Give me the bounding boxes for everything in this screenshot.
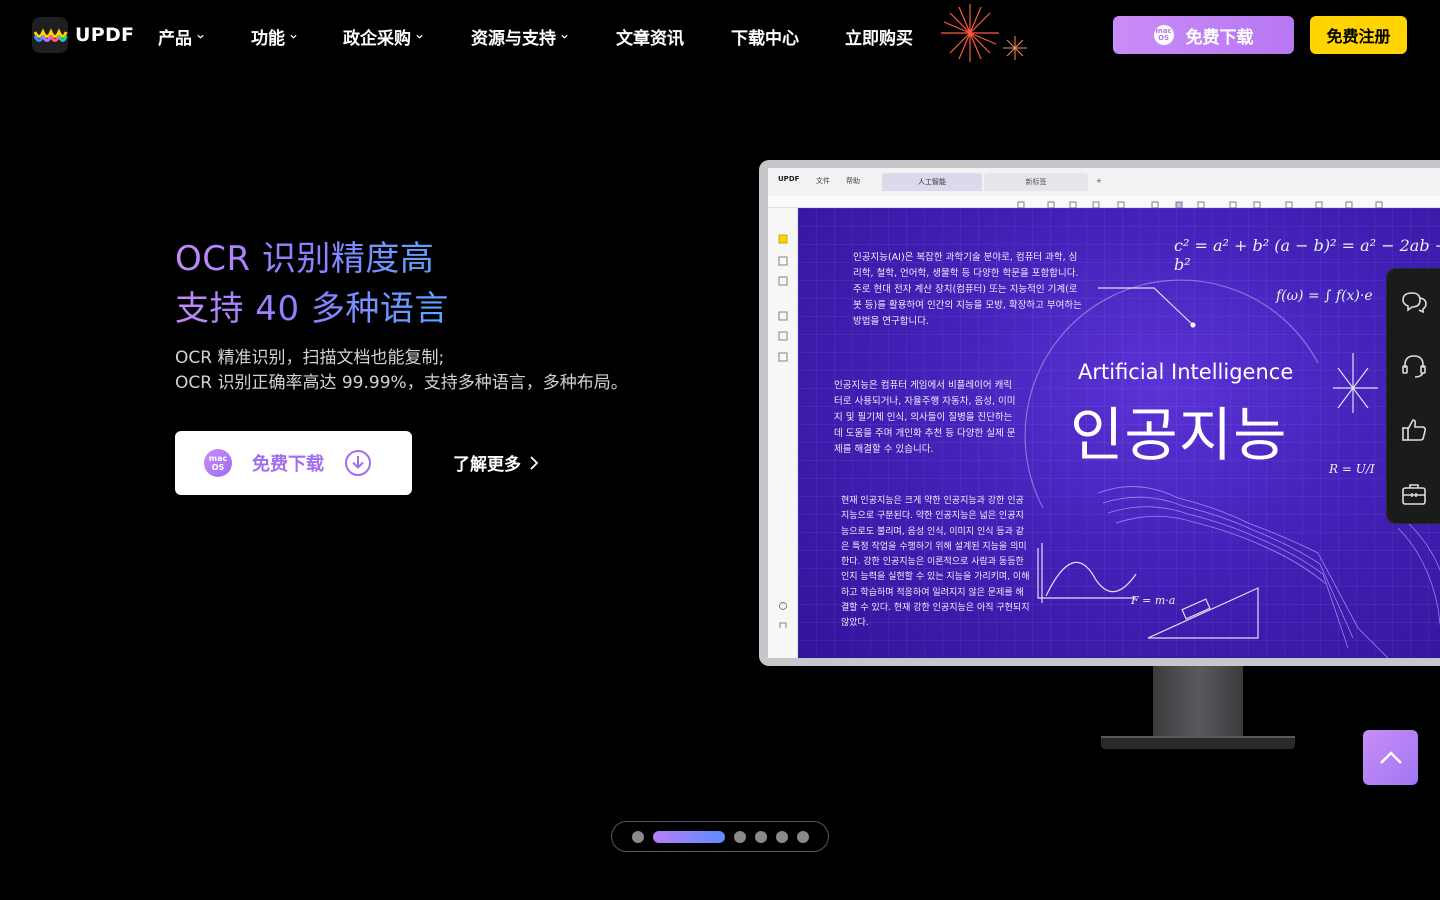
nav-item-download-center[interactable]: 下载中心 (731, 24, 799, 49)
chat-icon[interactable] (1400, 288, 1428, 316)
macos-icon: mac OS (1153, 25, 1174, 45)
hero-subtitle: OCR 精准识别，扫描文档也能复制; OCR 识别正确率高达 99.99%，支持… (175, 346, 628, 396)
app-tab-inactive: 新标签 (984, 173, 1088, 191)
chevron-up-icon (1379, 750, 1402, 764)
download-arrow-icon (345, 450, 371, 476)
top-nav: UPDF 产品 功能 政企采购 资源与支持 文章资讯 下载中心 立即购买 mac… (0, 0, 1440, 72)
app-menu-file: 文件 (816, 177, 830, 185)
chevron-down-icon (197, 34, 204, 39)
nav-item-articles[interactable]: 文章资讯 (616, 24, 684, 49)
nav-item-buy-now[interactable]: 立即购买 (845, 24, 913, 49)
pagination-dot[interactable] (775, 830, 788, 843)
nav-item-products[interactable]: 产品 (158, 24, 205, 49)
chevron-down-icon (561, 34, 568, 39)
hero-title-line1: OCR 识别精度高 (175, 239, 435, 279)
updf-logo-icon (32, 17, 68, 53)
logo-text: UPDF (75, 24, 135, 46)
register-button[interactable]: 免费注册 (1310, 16, 1407, 54)
hero-sub-line2: OCR 识别正确率高达 99.99%，支持多种语言，多种布局。 (175, 373, 628, 393)
headset-icon[interactable] (1400, 352, 1428, 380)
pagination-dot[interactable] (631, 830, 644, 843)
chevron-right-icon (530, 455, 539, 470)
logo[interactable]: UPDF (32, 17, 134, 53)
chevron-down-icon (416, 34, 423, 39)
chevron-down-icon (290, 34, 297, 39)
nav-item-label: 政企采购 (343, 29, 411, 49)
app-tab-add: + (1096, 177, 1102, 185)
nav-item-features[interactable]: 功能 (251, 24, 298, 49)
app-titlebar: UPDF 文件 帮助 人工智能 新标签 + (768, 168, 1440, 196)
nav-item-label: 功能 (251, 29, 285, 49)
hero-sub-line1: OCR 精准识别，扫描文档也能复制; (175, 348, 445, 368)
hero-download-button[interactable]: mac OS 免费下载 (175, 431, 412, 495)
nav-item-label: 下载中心 (731, 29, 799, 49)
monitor-stand-neck (1153, 666, 1243, 738)
app-tab-active: 人工智能 (882, 173, 982, 191)
thumbs-up-icon[interactable] (1400, 416, 1428, 444)
app-brand: UPDF (778, 175, 800, 183)
nav-download-label: 免费下载 (1185, 27, 1254, 48)
nav-item-label: 立即购买 (845, 29, 913, 49)
pagination-dot-active[interactable] (652, 830, 725, 843)
hero-title: OCR 识别精度高 支持 40 多种语言 (175, 234, 449, 334)
floating-side-toolbar (1386, 268, 1440, 524)
learn-more-link[interactable]: 了解更多 (453, 450, 539, 475)
pagination-dot[interactable] (733, 830, 746, 843)
left-tool-icons (778, 198, 788, 631)
monitor-stand-base (1101, 736, 1295, 749)
pagination-dot[interactable] (796, 830, 809, 843)
nav-download-button[interactable]: mac OS 免费下载 (1113, 16, 1294, 54)
nav-item-label: 产品 (158, 29, 192, 49)
document-page: 인공지능(AI)은 복잡한 과학기술 분야로, 컴퓨터 과학, 심리학, 철학,… (798, 208, 1440, 658)
nav-item-label: 文章资讯 (616, 29, 684, 49)
app-screen: UPDF 文件 帮助 人工智能 新标签 + 인공지능(AI)은 복잡한 과학기술… (768, 168, 1440, 658)
toolbox-icon[interactable] (1400, 480, 1428, 508)
hero-title-line2: 支持 40 多种语言 (175, 289, 449, 329)
learn-more-label: 了解更多 (453, 455, 521, 475)
app-toolbar (768, 196, 1440, 209)
nav-item-label: 资源与支持 (471, 29, 556, 49)
nav-item-resources[interactable]: 资源与支持 (471, 24, 569, 49)
pagination-dot[interactable] (754, 830, 767, 843)
app-left-toolbar (768, 198, 798, 658)
fireworks-icon (941, 4, 1027, 62)
doc-illustration (1024, 279, 1440, 658)
back-to-top-button[interactable] (1363, 730, 1418, 785)
hero-download-label: 免费下载 (252, 454, 324, 475)
monitor-mockup: UPDF 文件 帮助 人工智能 新标签 + 인공지능(AI)은 복잡한 과학기술… (759, 160, 1440, 666)
app-menu-help: 帮助 (846, 177, 860, 185)
nav-item-enterprise[interactable]: 政企采购 (343, 24, 424, 49)
macos-icon: mac OS (204, 449, 232, 477)
carousel-pagination (611, 821, 829, 852)
